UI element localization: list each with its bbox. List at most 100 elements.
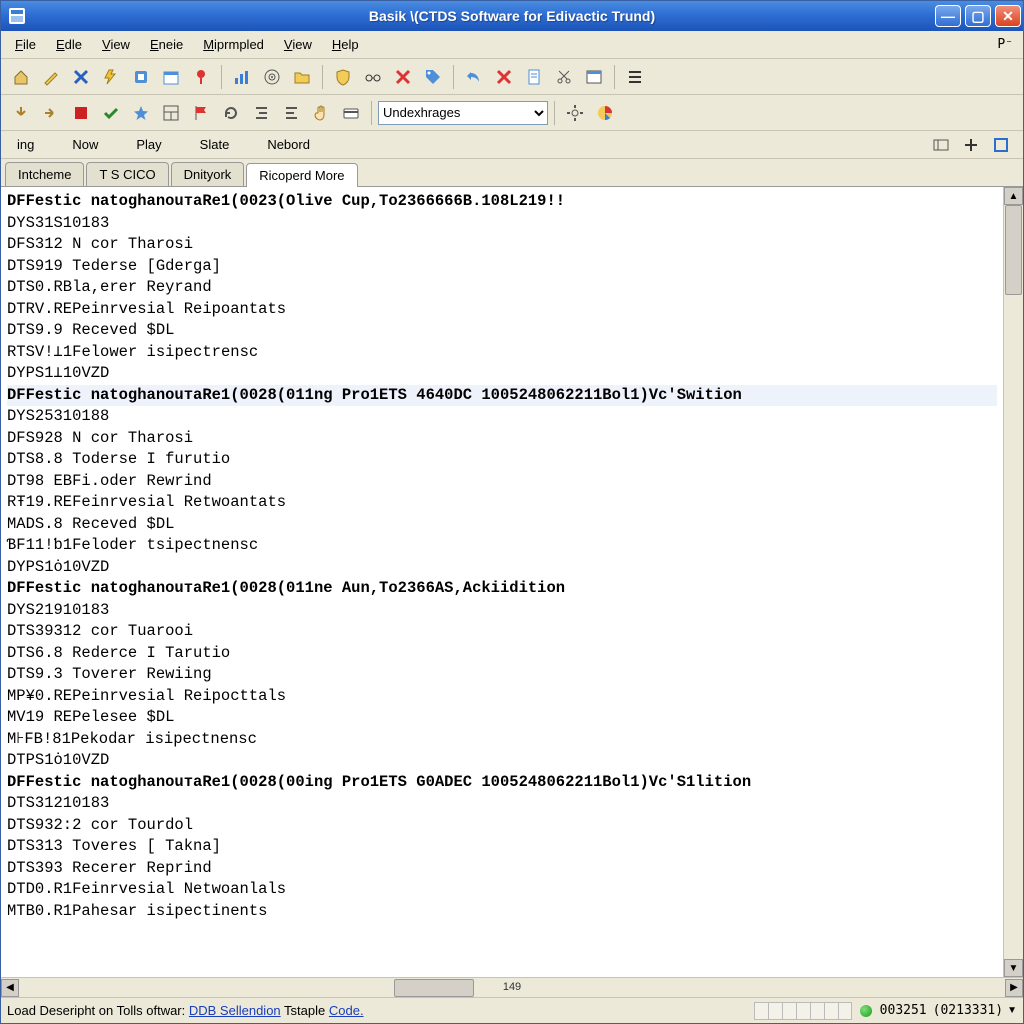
folder-open-icon[interactable] <box>288 63 316 91</box>
tab-ricoperd-more[interactable]: Ricoperd More <box>246 163 357 187</box>
log-line: DTD0.R1Feinrvesial Netwoanlals <box>7 879 997 901</box>
mode-toolbar: ing Now Play Slate Nebord <box>1 131 1023 159</box>
toolbar-separator <box>614 65 615 89</box>
expand-icon[interactable] <box>987 131 1015 159</box>
log-line: DTS932:2 cor Tourdol <box>7 815 997 837</box>
window-title: Basik \(CTDS Software for Edivactic Trun… <box>369 8 655 24</box>
log-line: DTS6.8 Rederce I Tarutio <box>7 643 997 665</box>
arrow-right-icon[interactable] <box>37 99 65 127</box>
tab-dnityork[interactable]: Dnityork <box>171 162 245 186</box>
hscroll-page-label: 149 <box>503 981 521 993</box>
log-line: M⊦FB!81Pekodar isipectnensc <box>7 729 997 751</box>
log-line: RŦ19.REFeinrvesial Retwoantats <box>7 492 997 514</box>
outdent-icon[interactable] <box>277 99 305 127</box>
status-prefix: Load Deseripht on Tolls oftwar: <box>7 1003 189 1018</box>
status-cell <box>754 1002 768 1020</box>
log-line: DTS9.9 Receved $DL <box>7 320 997 342</box>
mode-nebord[interactable]: Nebord <box>259 135 318 154</box>
layout-icon[interactable] <box>157 99 185 127</box>
status-link-code[interactable]: Code. <box>329 1003 364 1018</box>
red-x-icon[interactable] <box>389 63 417 91</box>
menu-view2[interactable]: View <box>274 33 322 56</box>
status-cell <box>768 1002 782 1020</box>
card-icon[interactable] <box>337 99 365 127</box>
list-icon[interactable] <box>621 63 649 91</box>
undo-icon[interactable] <box>460 63 488 91</box>
menu-miprmpled[interactable]: Miprmpled <box>193 33 274 56</box>
scroll-left-button[interactable]: ◀ <box>1 979 19 997</box>
check-icon[interactable] <box>97 99 125 127</box>
toolbar-separator <box>322 65 323 89</box>
log-line: DTS31210183 <box>7 793 997 815</box>
menubar-right-icon[interactable]: P⁻ <box>997 37 1019 52</box>
mode-slate[interactable]: Slate <box>192 135 238 154</box>
log-line: DTS39312 cor Tuarooi <box>7 621 997 643</box>
log-line: MP¥0.REPeinrvesial Reipocttals <box>7 686 997 708</box>
star-icon[interactable] <box>127 99 155 127</box>
menu-file[interactable]: File <box>5 33 46 56</box>
toolbar-separator <box>371 101 372 125</box>
tool-icon[interactable] <box>127 63 155 91</box>
delete-x-icon[interactable] <box>67 63 95 91</box>
log-line: DFFestic natoghanouтaRe1(0028(011ng Pro1… <box>7 385 997 407</box>
calendar-icon[interactable] <box>157 63 185 91</box>
horizontal-scrollbar[interactable]: ◀ 149 ▶ <box>1 977 1023 997</box>
bolt-icon[interactable] <box>97 63 125 91</box>
plus-icon[interactable] <box>957 131 985 159</box>
flag-icon[interactable] <box>187 99 215 127</box>
mode-now[interactable]: Now <box>64 135 106 154</box>
chart-icon[interactable] <box>228 63 256 91</box>
panel-icon[interactable] <box>927 131 955 159</box>
scroll-down-button[interactable]: ▼ <box>1004 959 1023 977</box>
menu-edle[interactable]: Edle <box>46 33 92 56</box>
pin-icon[interactable] <box>187 63 215 91</box>
log-line: DYPS1⊥10VZD <box>7 363 997 385</box>
red-x2-icon[interactable] <box>490 63 518 91</box>
filter-select[interactable]: Undexhrages <box>378 101 548 125</box>
status-mid: Tstaple <box>284 1003 329 1018</box>
mode-play[interactable]: Play <box>128 135 169 154</box>
hand-icon[interactable] <box>307 99 335 127</box>
pie-icon[interactable] <box>591 99 619 127</box>
refresh-icon[interactable] <box>217 99 245 127</box>
wizard-icon[interactable] <box>37 63 65 91</box>
menu-eneie[interactable]: Eneie <box>140 33 193 56</box>
vscroll-thumb[interactable] <box>1005 205 1022 295</box>
status-text: Load Deseripht on Tolls oftwar: DDB Sell… <box>7 1003 364 1018</box>
menu-view[interactable]: View <box>92 33 140 56</box>
close-button[interactable]: ✕ <box>995 5 1021 27</box>
cut-icon[interactable] <box>550 63 578 91</box>
stop-icon[interactable] <box>67 99 95 127</box>
arrow-down-icon[interactable] <box>7 99 35 127</box>
doc-icon[interactable] <box>520 63 548 91</box>
maximize-button[interactable]: ▢ <box>965 5 991 27</box>
hscroll-thumb[interactable] <box>394 979 474 997</box>
menu-help[interactable]: Help <box>322 33 369 56</box>
log-line: DFFestic natoghanouтaRe1(0028(00ing Pro1… <box>7 772 997 794</box>
vertical-scrollbar[interactable]: ▲ ▼ <box>1003 187 1023 977</box>
mode-ing[interactable]: ing <box>9 135 42 154</box>
tab-tscico[interactable]: T S CICO <box>86 162 168 186</box>
toolbar-primary <box>1 59 1023 95</box>
home-icon[interactable] <box>7 63 35 91</box>
scroll-up-button[interactable]: ▲ <box>1004 187 1023 205</box>
window-icon[interactable] <box>580 63 608 91</box>
target-icon[interactable] <box>258 63 286 91</box>
indent-icon[interactable] <box>247 99 275 127</box>
hscroll-track[interactable]: 149 <box>19 979 1005 997</box>
minimize-button[interactable]: — <box>935 5 961 27</box>
tab-intcheme[interactable]: Intcheme <box>5 162 84 186</box>
scroll-right-button[interactable]: ▶ <box>1005 979 1023 997</box>
log-line: DTPS1ȯ10VZD <box>7 750 997 772</box>
status-dropdown-icon[interactable]: ▼ <box>1007 1005 1017 1016</box>
status-link-ddb[interactable]: DDB Sellendion <box>189 1003 281 1018</box>
log-line: DTS313 Toveres [ Takna] <box>7 836 997 858</box>
shield-icon[interactable] <box>329 63 357 91</box>
log-line: DFFestic natoghanouтaRe1(0028(011ne Aun,… <box>7 578 997 600</box>
gear-icon[interactable] <box>561 99 589 127</box>
status-number-1: 003251 <box>880 1003 927 1018</box>
tag-icon[interactable] <box>419 63 447 91</box>
status-cells <box>754 1002 852 1020</box>
status-cell <box>824 1002 838 1020</box>
glasses-icon[interactable] <box>359 63 387 91</box>
